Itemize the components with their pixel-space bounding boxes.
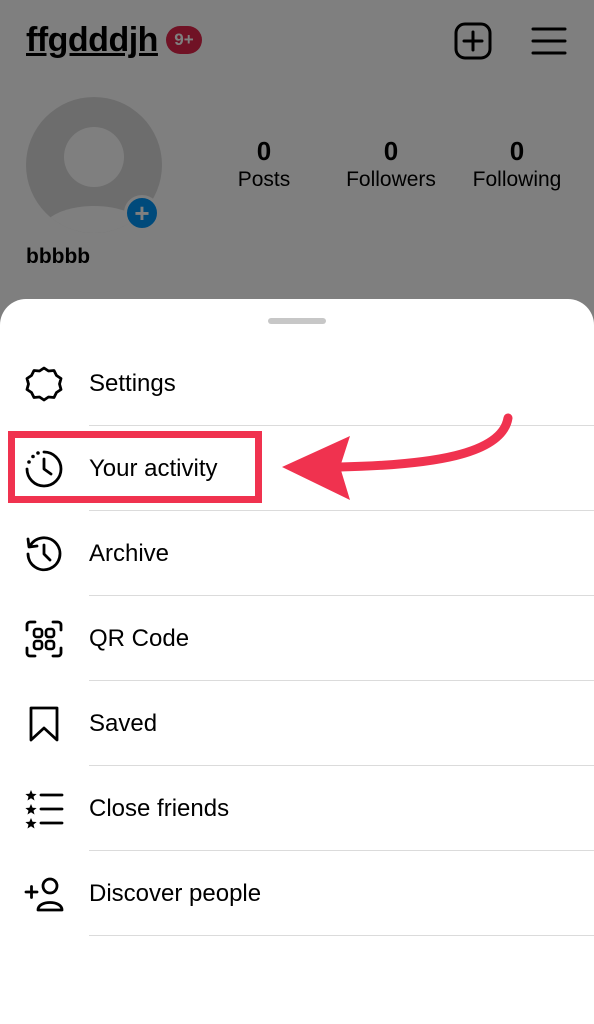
highlight-box: [8, 431, 262, 503]
archive-icon: [26, 536, 62, 572]
menu-item-qr-code[interactable]: QR Code: [0, 596, 594, 681]
menu-item-discover-people[interactable]: Discover people: [0, 851, 594, 936]
menu-item-label: Saved: [89, 710, 158, 737]
bookmark-icon: [29, 706, 59, 742]
pointer-arrow-icon: [282, 413, 513, 500]
drag-handle[interactable]: [268, 318, 326, 324]
close-friends-icon: [25, 790, 64, 829]
settings-icon: [25, 366, 63, 402]
menu-item-archive[interactable]: Archive: [0, 511, 594, 596]
menu-item-saved[interactable]: Saved: [0, 681, 594, 766]
menu-item-close-friends[interactable]: Close friends: [0, 766, 594, 851]
menu-item-label: Settings: [89, 370, 176, 397]
menu-item-label: Close friends: [89, 795, 230, 822]
menu-item-label: QR Code: [89, 625, 190, 652]
qr-code-icon: [25, 620, 63, 658]
divider: [89, 935, 594, 936]
bottom-sheet: Settings Your activity Archive QR Code S…: [0, 299, 594, 1024]
menu-item-label: Discover people: [89, 880, 262, 907]
menu-item-label: Archive: [89, 540, 170, 567]
add-person-icon: [24, 877, 64, 912]
